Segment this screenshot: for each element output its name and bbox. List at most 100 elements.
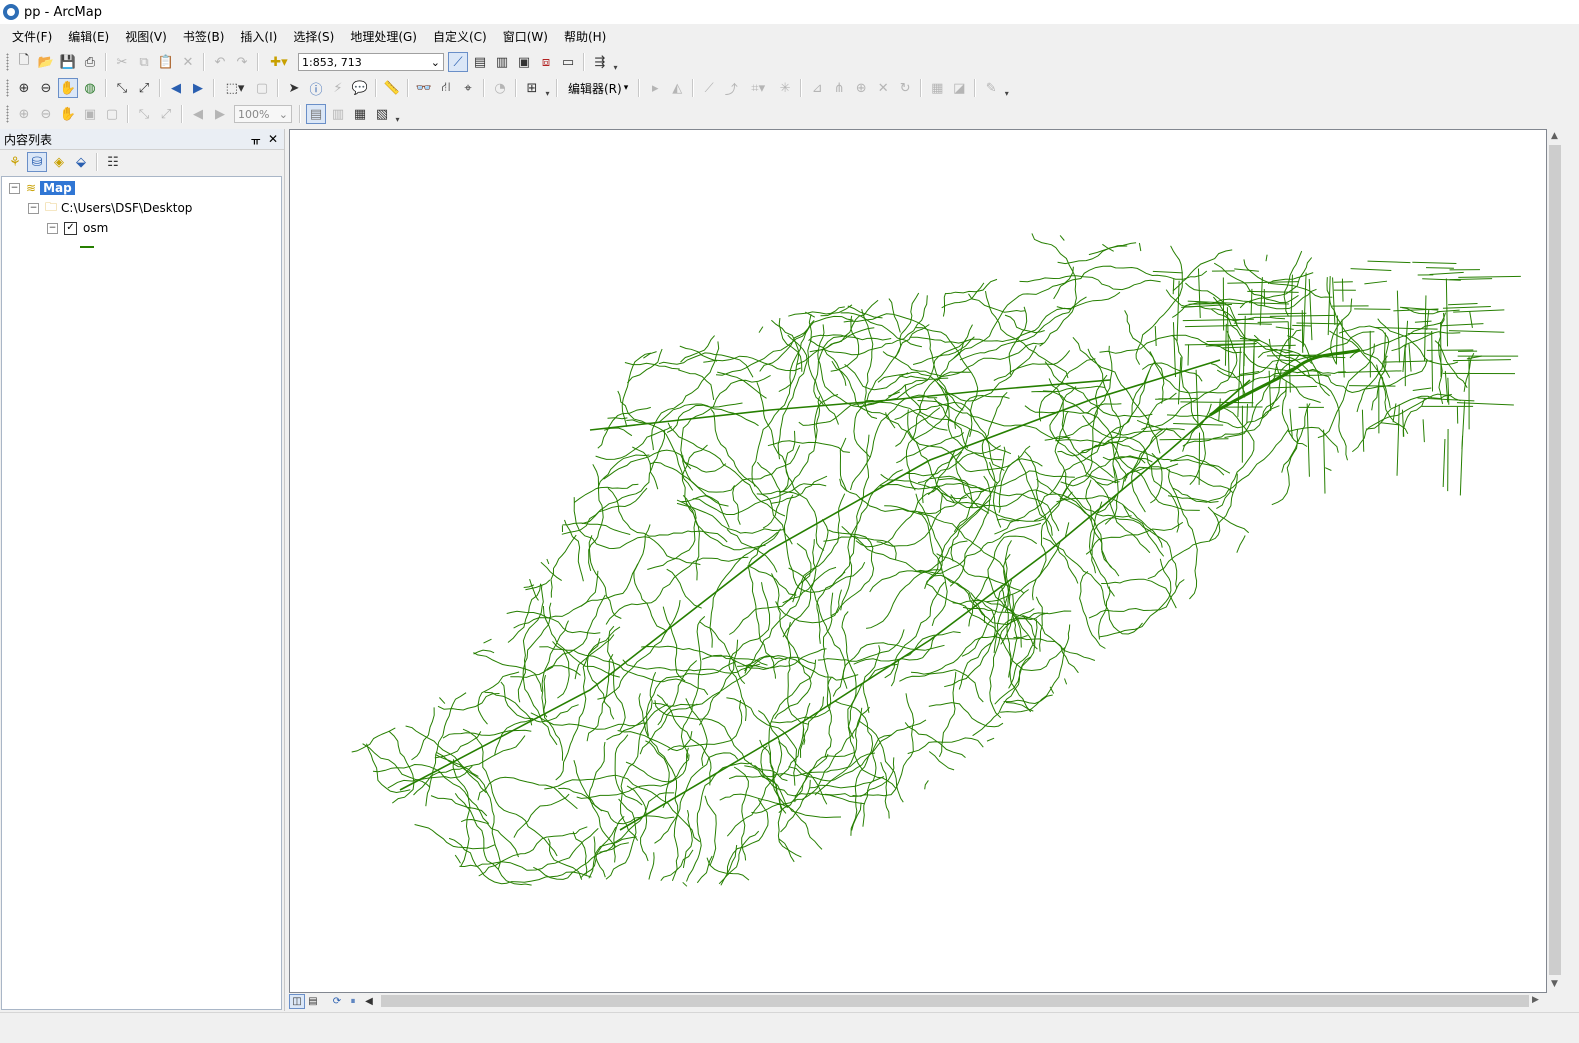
select-features-icon[interactable]: ⬚▾ — [220, 78, 250, 98]
data-view-icon[interactable]: ◫ — [289, 994, 305, 1009]
new-document-icon[interactable]: 🗋 — [14, 52, 34, 72]
catalog-window-icon[interactable]: ▥ — [492, 52, 512, 72]
horizontal-scroll-thumb[interactable] — [381, 995, 1529, 1007]
edit-annotation-icon[interactable]: ◭ — [667, 78, 687, 98]
list-by-drawing-order-icon[interactable]: ⚘ — [5, 152, 25, 172]
collapse-icon[interactable]: − — [47, 223, 58, 234]
menu-geoprocessing[interactable]: 地理处理(G) — [342, 26, 425, 47]
zoom-100-icon[interactable]: ▢ — [102, 104, 122, 124]
menu-help[interactable]: 帮助(H) — [556, 26, 614, 47]
rotate-icon[interactable]: ↻ — [895, 78, 915, 98]
toggle-draft-mode-icon[interactable]: ▤ — [306, 104, 326, 124]
list-by-visibility-icon[interactable]: ◈ — [49, 152, 69, 172]
tree-node-map[interactable]: − ≋ Map — [9, 179, 75, 197]
layout-forward-icon[interactable]: ▶ — [210, 104, 230, 124]
split-icon[interactable]: ✕ — [873, 78, 893, 98]
find-binoculars-icon[interactable]: 👓 — [414, 78, 434, 98]
save-icon[interactable]: 💾 — [58, 52, 78, 72]
vertical-scrollbar[interactable]: ▲ ▼ — [1547, 129, 1563, 993]
collapse-icon[interactable]: − — [28, 203, 39, 214]
menu-file[interactable]: 文件(F) — [4, 26, 60, 47]
identify-info-icon[interactable]: ⓘ — [306, 78, 326, 98]
toolbar-overflow-icon[interactable]: ▾ — [393, 104, 402, 124]
focus-data-frame-icon[interactable]: ▥ — [328, 104, 348, 124]
edit-vertices-icon[interactable]: ⊿ — [807, 78, 827, 98]
print-icon[interactable]: ⎙ — [80, 52, 100, 72]
toc-options-icon[interactable]: ☷ — [103, 152, 123, 172]
zoom-in-icon[interactable]: ⊕ — [14, 78, 34, 98]
toolbar-grip[interactable] — [6, 79, 9, 97]
add-data-icon[interactable]: ✚▾ — [264, 52, 294, 72]
layout-pan-icon[interactable]: ✋ — [58, 104, 78, 124]
full-extent-globe-icon[interactable]: ◍ — [80, 78, 100, 98]
change-layout-icon[interactable]: ▦ — [350, 104, 370, 124]
toolbar-overflow-icon[interactable]: ▾ — [543, 78, 552, 98]
layout-back-icon[interactable]: ◀ — [188, 104, 208, 124]
pin-icon[interactable]: ᚂ — [251, 132, 260, 146]
fixed-zoom-out-layout-icon[interactable]: ⤢ — [156, 104, 176, 124]
python-window-icon[interactable]: ▭ — [558, 52, 578, 72]
copy-icon[interactable]: ⧉ — [134, 52, 154, 72]
sketch-properties-icon[interactable]: ◪ — [949, 78, 969, 98]
undo-icon[interactable]: ↶ — [210, 52, 230, 72]
point-icon[interactable]: ✳ — [775, 78, 795, 98]
legend-symbol-row[interactable] — [80, 238, 94, 256]
layout-zoom-in-icon[interactable]: ⊕ — [14, 104, 34, 124]
measure-ruler-icon[interactable]: 📏 — [382, 78, 402, 98]
hyperlink-bolt-icon[interactable]: ⚡ — [328, 78, 348, 98]
list-by-source-icon[interactable]: ⛁ — [27, 152, 47, 172]
redo-icon[interactable]: ↷ — [232, 52, 252, 72]
cut-polygons-icon[interactable]: ⊕ — [851, 78, 871, 98]
map-scale-combobox[interactable]: 1:853, 713 ⌄ — [298, 53, 444, 71]
find-route-icon[interactable]: ⛙ — [436, 78, 456, 98]
pan-hand-icon[interactable]: ✋ — [58, 78, 78, 98]
model-builder-icon[interactable]: ⇶ — [590, 52, 610, 72]
create-features-icon[interactable]: ✎ — [981, 78, 1001, 98]
select-elements-arrow-icon[interactable]: ➤ — [284, 78, 304, 98]
layer-visibility-checkbox[interactable]: ✓ — [64, 222, 77, 235]
arctoolbox-icon[interactable]: ⧈ — [536, 52, 556, 72]
attributes-icon[interactable]: ▦ — [927, 78, 947, 98]
refresh-icon[interactable]: ⟳ — [329, 994, 345, 1009]
html-popup-icon[interactable]: 💬 — [350, 78, 370, 98]
go-to-xy-icon[interactable]: ⌖ — [458, 78, 478, 98]
forward-arrow-icon[interactable]: ▶ — [188, 78, 208, 98]
reshape-feature-icon[interactable]: ⋔ — [829, 78, 849, 98]
tree-node-folder[interactable]: − 🗀 C:\Users\DSF\Desktop — [28, 199, 192, 217]
paste-icon[interactable]: 📋 — [156, 52, 176, 72]
table-of-contents-icon[interactable]: ▤ — [470, 52, 490, 72]
toolbar-overflow-icon[interactable]: ▾ — [611, 52, 620, 72]
data-driven-pages-icon[interactable]: ▧ — [372, 104, 392, 124]
menu-selection[interactable]: 选择(S) — [285, 26, 342, 47]
layer-name-label[interactable]: osm — [83, 221, 108, 235]
editor-toolbar-icon[interactable]: ⟋ — [448, 52, 468, 72]
road-network-map[interactable] — [290, 130, 1546, 992]
trace-icon[interactable]: ⌗▾ — [743, 78, 773, 98]
time-slider-icon[interactable]: ◔ — [490, 78, 510, 98]
menu-customize[interactable]: 自定义(C) — [425, 26, 495, 47]
tree-node-layer-osm[interactable]: − ✓ osm — [47, 219, 108, 237]
layout-view-icon[interactable]: ▤ — [305, 994, 321, 1009]
list-by-selection-icon[interactable]: ⬙ — [71, 152, 91, 172]
cut-icon[interactable]: ✂ — [112, 52, 132, 72]
close-icon[interactable]: ✕ — [268, 132, 278, 146]
search-window-icon[interactable]: ▣ — [514, 52, 534, 72]
layout-zoom-out-icon[interactable]: ⊖ — [36, 104, 56, 124]
fixed-zoom-in-icon[interactable]: ⤡ — [112, 78, 132, 98]
map-data-view[interactable] — [289, 129, 1547, 993]
clear-selection-icon[interactable]: ▢ — [252, 78, 272, 98]
open-folder-icon[interactable]: 📂 — [36, 52, 56, 72]
map-frame-label[interactable]: Map — [40, 181, 75, 195]
menu-insert[interactable]: 插入(I) — [232, 26, 285, 47]
zoom-whole-page-icon[interactable]: ▣ — [80, 104, 100, 124]
menu-view[interactable]: 视图(V) — [117, 26, 175, 47]
end-point-arc-icon[interactable]: ⤴ — [721, 78, 741, 98]
scroll-right-icon[interactable]: ▶ — [1532, 995, 1539, 1005]
scroll-up-icon[interactable]: ▲ — [1551, 131, 1558, 141]
toolbar-overflow-icon[interactable]: ▾ — [1002, 78, 1011, 98]
delete-icon[interactable]: ✕ — [178, 52, 198, 72]
menu-edit[interactable]: 编辑(E) — [60, 26, 117, 47]
toolbar-grip[interactable] — [6, 105, 9, 123]
edit-tool-icon[interactable]: ▸ — [645, 78, 665, 98]
scroll-down-icon[interactable]: ▼ — [1551, 979, 1558, 989]
